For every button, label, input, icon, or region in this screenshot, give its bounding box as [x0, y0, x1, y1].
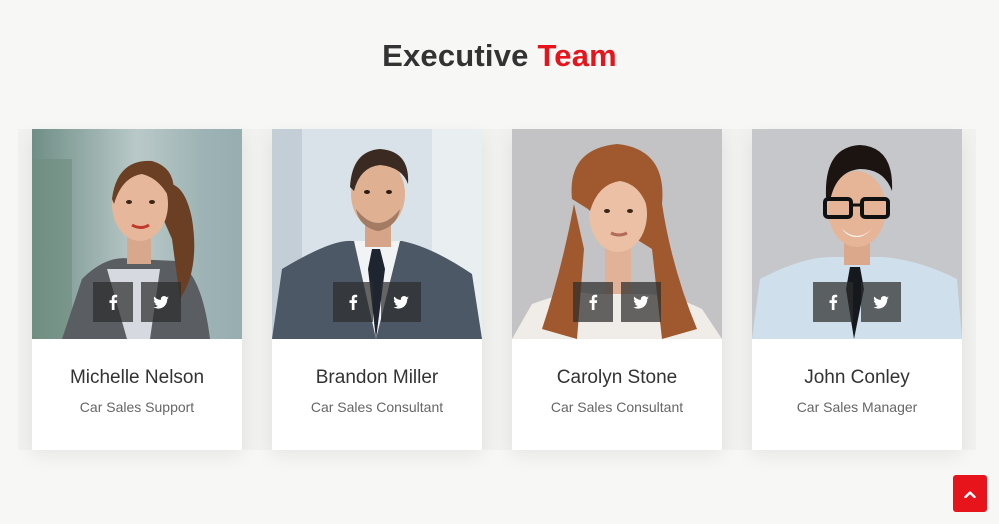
team-member-role: Car Sales Support: [79, 399, 195, 415]
twitter-icon: [633, 295, 649, 309]
team-member-role: Car Sales Manager: [796, 399, 918, 415]
twitter-icon: [393, 295, 409, 309]
facebook-icon: [109, 294, 118, 310]
twitter-button[interactable]: [861, 282, 901, 322]
social-links: [813, 282, 901, 322]
facebook-icon: [589, 294, 598, 310]
facebook-icon: [829, 294, 838, 310]
social-links: [573, 282, 661, 322]
team-member-name: Michelle Nelson: [69, 367, 205, 388]
section-title-main: Executive: [382, 38, 529, 73]
twitter-icon: [153, 295, 169, 309]
twitter-icon: [873, 295, 889, 309]
facebook-button[interactable]: [573, 282, 613, 322]
twitter-button[interactable]: [141, 282, 181, 322]
section-title: Executive Team: [0, 38, 999, 74]
team-card: John Conley Car Sales Manager: [752, 129, 962, 450]
team-member-photo: [512, 129, 722, 339]
twitter-button[interactable]: [381, 282, 421, 322]
team-member-photo: [32, 129, 242, 339]
facebook-button[interactable]: [333, 282, 373, 322]
social-links: [93, 282, 181, 322]
social-links: [333, 282, 421, 322]
team-member-photo: [272, 129, 482, 339]
team-member-name: Brandon Miller: [315, 367, 439, 388]
facebook-button[interactable]: [813, 282, 853, 322]
chevron-up-icon: [964, 490, 976, 498]
team-member-name: John Conley: [804, 367, 910, 388]
back-to-top-button[interactable]: [953, 475, 987, 512]
team-card: Brandon Miller Car Sales Consultant: [272, 129, 482, 450]
facebook-button[interactable]: [93, 282, 133, 322]
twitter-button[interactable]: [621, 282, 661, 322]
facebook-icon: [349, 294, 358, 310]
team-card: Carolyn Stone Car Sales Consultant: [512, 129, 722, 450]
team-member-role: Car Sales Consultant: [550, 399, 684, 415]
team-card: Michelle Nelson Car Sales Support: [32, 129, 242, 450]
team-member-photo: [752, 129, 962, 339]
team-member-name: Carolyn Stone: [556, 367, 678, 388]
section-title-accent: Team: [537, 38, 617, 73]
team-member-role: Car Sales Consultant: [310, 399, 444, 415]
